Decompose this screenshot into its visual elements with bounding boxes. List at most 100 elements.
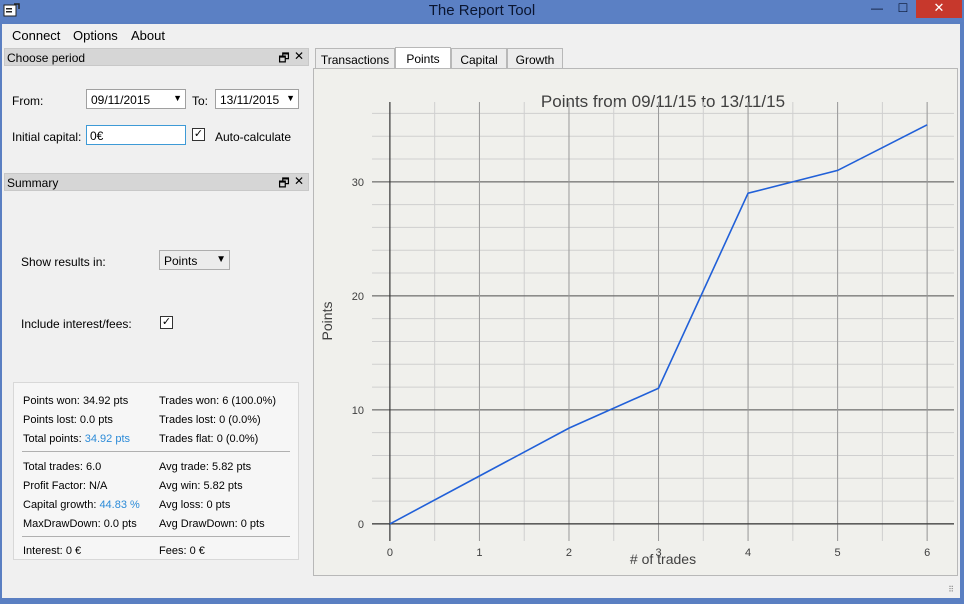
stat-value: 0 pts [206,499,231,511]
from-label: From: [12,94,44,108]
fees-stat: Fees: 0 € [159,545,205,557]
stat-label: Total points: [23,433,82,445]
x-tick-label: 5 [835,547,841,559]
stat-value: 0 (0.0%) [219,414,261,426]
total-points-stat: Total points: 34.92 pts [23,433,130,445]
x-tick-label: 0 [387,547,393,559]
checkmark-icon: ✓ [161,316,172,328]
stat-value: N/A [89,480,108,492]
maximize-icon: ☐ [897,1,909,15]
title-bar[interactable]: The Report Tool — ☐ ✕ [0,0,964,22]
x-tick-label: 2 [566,547,572,559]
avg-trade-stat: Avg trade: 5.82 pts [159,461,251,473]
trades-won-stat: Trades won: 6 (100.0%) [159,395,276,407]
tab-points[interactable]: Points [395,47,451,69]
stat-value: 0.0 pts [79,414,113,426]
x-tick-label: 3 [655,547,661,559]
close-icon: ✕ [933,0,945,15]
stat-value: 0 (0.0%) [216,433,259,445]
points-chart: Points from 09/11/15 to 13/11/15 # of tr… [319,92,954,567]
chevron-down-icon: ▼ [286,93,295,103]
y-tick-label: 0 [358,519,364,531]
tab-growth[interactable]: Growth [507,48,563,69]
menu-connect[interactable]: Connect [12,28,60,43]
x-tick-label: 6 [924,547,930,559]
chart-grid [372,102,954,541]
stat-label: Interest: [23,545,63,557]
choose-period-dock-title[interactable]: Choose period 🗗 ✕ [4,48,309,66]
close-button[interactable]: ✕ [916,0,962,18]
auto-calculate-checkbox[interactable]: ✓ [192,128,205,141]
tab-transactions[interactable]: Transactions [315,48,395,69]
max-drawdown-stat: MaxDrawDown: 0.0 pts [23,518,137,530]
to-date-combo[interactable]: 13/11/2015 ▼ [215,89,299,109]
separator [22,451,290,452]
menu-options[interactable]: Options [73,28,118,43]
avg-loss-stat: Avg loss: 0 pts [159,499,230,511]
from-date-value: 09/11/2015 [91,93,151,107]
include-fees-label: Include interest/fees: [21,317,132,331]
total-trades-stat: Total trades: 6.0 [23,461,101,473]
float-dock-button[interactable]: 🗗 [278,49,290,70]
checkmark-icon: ✓ [193,128,204,140]
stat-label: Points lost: [23,414,77,426]
initial-capital-label: Initial capital: [12,130,82,144]
avg-drawdown-stat: Avg DrawDown: 0 pts [159,518,265,530]
stat-label: Avg DrawDown: [159,518,238,530]
float-icon: 🗗 [278,51,290,65]
points-lost-stat: Points lost: 0.0 pts [23,414,113,426]
float-dock-button[interactable]: 🗗 [278,174,290,195]
chart-tabs: Transactions Points Capital Growth Point… [313,47,960,576]
chevron-down-icon: ▼ [173,93,182,103]
y-axis-label: Points [319,302,335,341]
stat-label: Fees: [159,545,187,557]
capital-growth-stat: Capital growth: 44.83 % [23,499,140,511]
minimize-button[interactable]: — [864,0,890,18]
auto-calculate-label: Auto-calculate [215,130,292,144]
include-fees-checkbox[interactable]: ✓ [160,316,173,329]
stat-value: 0 € [65,545,82,557]
maximize-button[interactable]: ☐ [890,0,916,18]
show-results-value: Points [164,254,198,268]
separator [22,536,290,537]
stat-value: 0.0 pts [103,518,137,530]
summary-dock-title[interactable]: Summary 🗗 ✕ [4,173,309,191]
close-icon: ✕ [293,174,305,188]
stat-label: Profit Factor: [23,480,86,492]
to-label: To: [192,94,209,108]
chart-ticks: 0 10 20 30 0 1 2 3 4 5 6 [352,177,930,559]
stat-label: MaxDrawDown: [23,518,101,530]
stat-label: Avg trade: [159,461,209,473]
stat-label: Trades lost: [159,414,217,426]
stat-value: 34.92 pts [84,433,131,445]
float-icon: 🗗 [278,176,290,190]
close-dock-button[interactable]: ✕ [293,49,305,63]
window-title: The Report Tool [428,2,536,19]
stat-value: 5.82 pts [212,461,252,473]
menu-bar: Connect Options About [2,24,960,46]
initial-capital-value: 0€ [90,129,104,143]
menu-about[interactable]: About [131,28,165,43]
y-tick-label: 30 [352,177,364,189]
stat-label: Total trades: [23,461,83,473]
close-dock-button[interactable]: ✕ [293,174,305,188]
show-results-combo[interactable]: Points ▼ [159,250,230,270]
tab-capital[interactable]: Capital [451,48,507,69]
stat-value: 5.82 pts [203,480,243,492]
close-icon: ✕ [293,49,305,63]
show-results-label: Show results in: [21,255,106,269]
y-tick-label: 20 [352,291,364,303]
resize-grip-icon[interactable]: ⠿ [948,585,954,594]
y-tick-label: 10 [352,405,364,417]
x-tick-label: 4 [745,547,751,559]
to-date-value: 13/11/2015 [220,93,280,107]
stat-label: Points won: [23,395,80,407]
profit-factor-stat: Profit Factor: N/A [23,480,107,492]
choose-period-title: Choose period [7,51,86,65]
stat-value: 0 € [189,545,205,557]
initial-capital-input[interactable]: 0€ [86,125,186,145]
stat-label: Trades won: [159,395,220,407]
stat-label: Trades flat: [159,433,214,445]
stat-value: 6 (100.0%) [222,395,276,407]
from-date-combo[interactable]: 09/11/2015 ▼ [86,89,186,109]
